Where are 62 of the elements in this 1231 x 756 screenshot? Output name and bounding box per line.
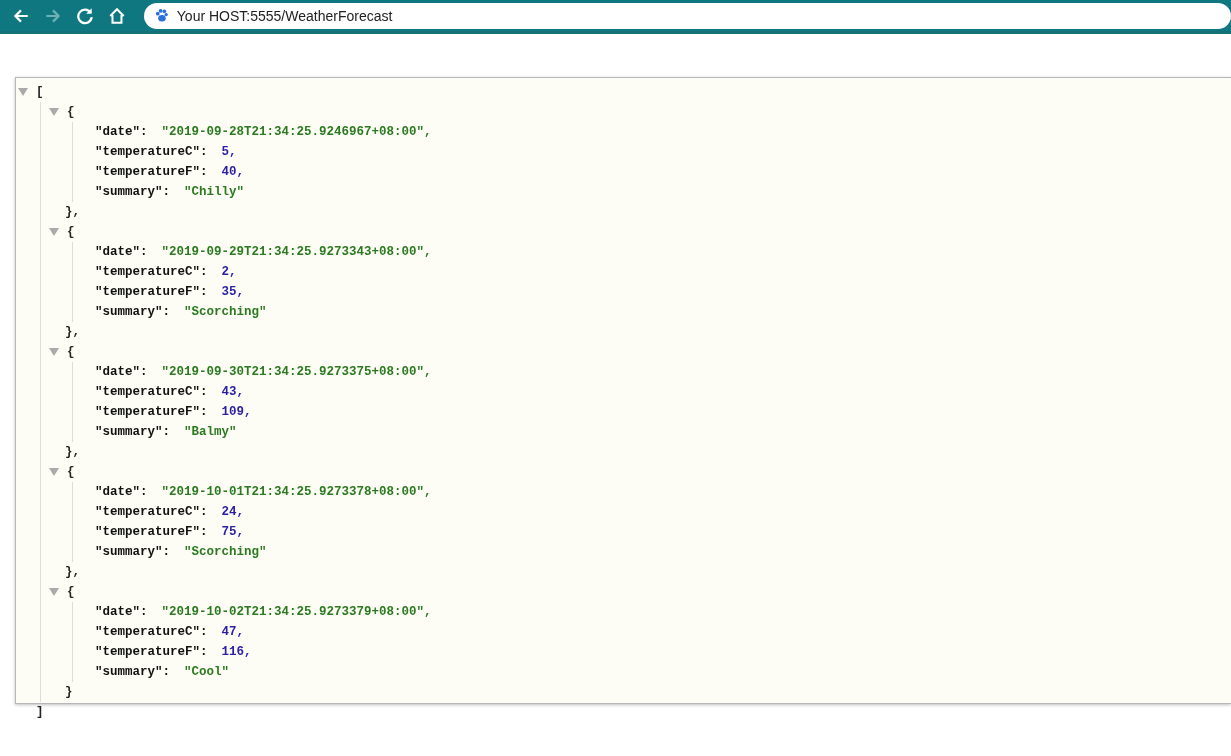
json-key: "temperatureC": xyxy=(95,145,208,159)
json-value: 47, xyxy=(221,625,245,639)
json-key: "summary": xyxy=(95,305,170,319)
collapse-triangle-icon[interactable] xyxy=(49,587,59,597)
json-key: "temperatureC": xyxy=(95,265,208,279)
json-key: "date": xyxy=(95,245,148,259)
json-key: "temperatureF": xyxy=(95,285,208,299)
close-brace: }, xyxy=(65,445,80,459)
home-icon[interactable] xyxy=(107,6,126,25)
close-brace: }, xyxy=(65,565,80,579)
json-key: "temperatureF": xyxy=(95,525,208,539)
json-key: "temperatureC": xyxy=(95,505,208,519)
json-key: "temperatureC": xyxy=(95,625,208,639)
json-key: "temperatureC": xyxy=(95,385,208,399)
json-value: "Balmy" xyxy=(184,425,237,439)
close-brace: } xyxy=(65,685,73,699)
collapse-triangle-icon[interactable] xyxy=(49,467,59,477)
json-value: "2019-09-30T21:34:25.9273375+08:00", xyxy=(161,365,432,379)
reload-icon[interactable] xyxy=(75,6,94,25)
close-bracket: ] xyxy=(36,705,44,719)
json-key: "date": xyxy=(95,605,148,619)
collapse-triangle-icon[interactable] xyxy=(49,347,59,357)
json-key: "date": xyxy=(95,485,148,499)
json-value: "Scorching" xyxy=(184,545,267,559)
open-brace: { xyxy=(67,465,75,479)
json-key: "temperatureF": xyxy=(95,645,208,659)
json-value: "2019-09-29T21:34:25.9273343+08:00", xyxy=(161,245,432,259)
json-value: 35, xyxy=(221,285,245,299)
json-value: 5, xyxy=(221,145,237,159)
json-key: "date": xyxy=(95,125,148,139)
json-value: 75, xyxy=(221,525,245,539)
json-value: "Chilly" xyxy=(184,185,245,199)
json-value: 2, xyxy=(221,265,237,279)
json-value: "2019-10-01T21:34:25.9273378+08:00", xyxy=(161,485,432,499)
open-bracket: [ xyxy=(36,85,44,99)
json-value: "2019-10-02T21:34:25.9273379+08:00", xyxy=(161,605,432,619)
address-bar[interactable]: Your HOST:5555/WeatherForecast xyxy=(143,2,1231,29)
open-brace: { xyxy=(67,345,75,359)
json-value: "Scorching" xyxy=(184,305,267,319)
close-brace: }, xyxy=(65,205,80,219)
json-value: "Cool" xyxy=(184,665,230,679)
json-value: 109, xyxy=(221,405,252,419)
json-key: "date": xyxy=(95,365,148,379)
json-value: 43, xyxy=(221,385,245,399)
paw-icon xyxy=(153,8,169,23)
collapse-triangle-icon[interactable] xyxy=(18,87,28,97)
json-key: "temperatureF": xyxy=(95,165,208,179)
json-key: "summary": xyxy=(95,425,170,439)
json-key: "temperatureF": xyxy=(95,405,208,419)
collapse-triangle-icon[interactable] xyxy=(49,107,59,117)
json-key: "summary": xyxy=(95,545,170,559)
open-brace: { xyxy=(67,585,75,599)
json-value: "2019-09-28T21:34:25.9246967+08:00", xyxy=(161,125,432,139)
open-brace: { xyxy=(67,105,75,119)
json-value: 24, xyxy=(221,505,245,519)
json-key: "summary": xyxy=(95,665,170,679)
json-key: "summary": xyxy=(95,185,170,199)
json-value: 116, xyxy=(221,645,252,659)
collapse-triangle-icon[interactable] xyxy=(49,227,59,237)
json-value: 40, xyxy=(221,165,245,179)
close-brace: }, xyxy=(65,325,80,339)
open-brace: { xyxy=(67,225,75,239)
